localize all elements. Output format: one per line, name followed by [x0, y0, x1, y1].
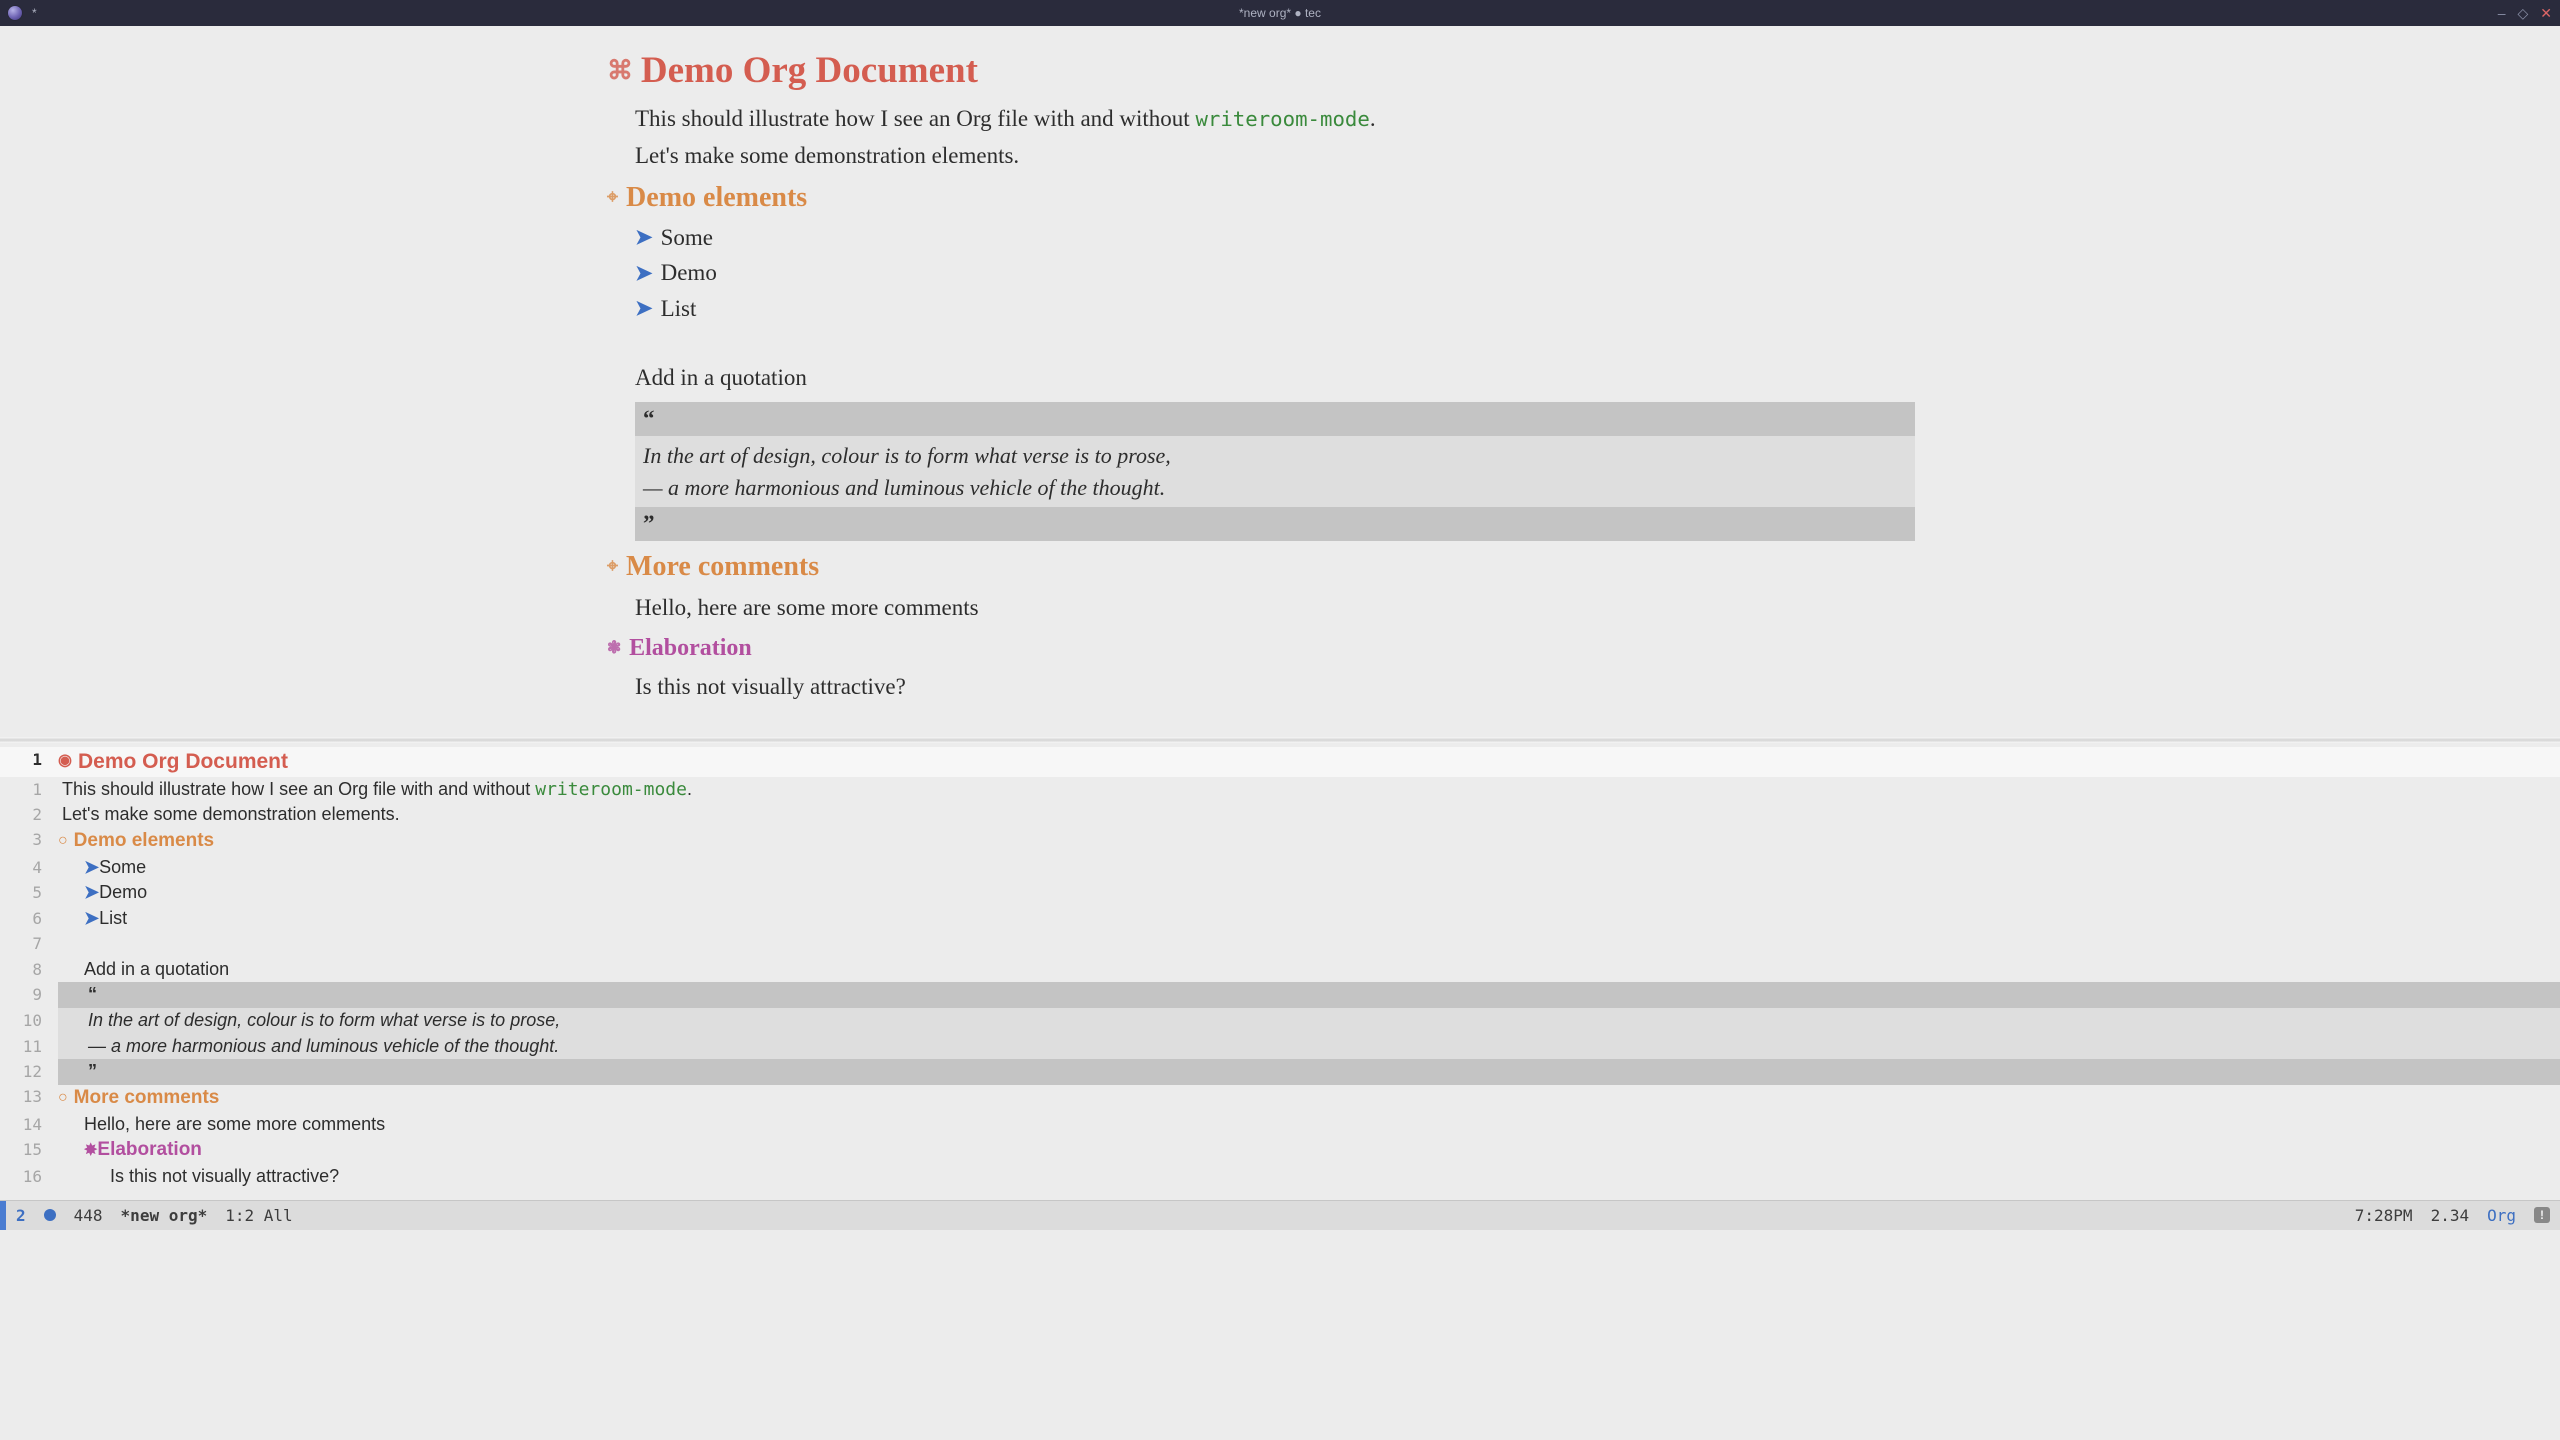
- source-line: Let's make some demonstration elements.: [58, 802, 2560, 828]
- h1-title: Demo Org Document: [641, 44, 978, 98]
- h2-title: Demo elements: [626, 178, 807, 219]
- bullet-arrow-icon: ➤: [84, 882, 99, 902]
- line-number: 5: [0, 883, 58, 902]
- h3-title: Elaboration: [629, 631, 752, 666]
- h1-bullet-icon: ◉: [58, 750, 72, 773]
- h2-icon: ⌖: [607, 553, 618, 581]
- more-comments-text: Hello, here are some more comments: [635, 591, 1915, 624]
- line-number: 6: [0, 909, 58, 928]
- window-titlebar: * *new org* ● tec – ◇ ✕: [0, 0, 2560, 26]
- close-icon[interactable]: ✕: [2540, 6, 2552, 20]
- intro-paragraph-2: Let's make some demonstration elements.: [635, 139, 1915, 172]
- line-number: 12: [0, 1062, 58, 1081]
- position-indicator: 1:2 All: [225, 1206, 292, 1225]
- bullet-arrow-icon: ➤: [635, 258, 653, 288]
- line-number: 9: [0, 985, 58, 1004]
- h1-icon: ⌘: [607, 52, 633, 90]
- intro-paragraph: This should illustrate how I see an Org …: [635, 102, 1915, 135]
- window-title: *new org* ● tec: [1239, 7, 1321, 19]
- line-number: 14: [0, 1115, 58, 1134]
- quote-block: “ In the art of design, colour is to for…: [635, 402, 1915, 540]
- bullet-arrow-icon: ➤: [84, 908, 99, 928]
- quote-line: In the art of design, colour is to form …: [643, 440, 1907, 472]
- list-item: Demo: [99, 882, 147, 902]
- source-line: Hello, here are some more comments: [58, 1112, 385, 1138]
- modified-dot-icon: [44, 1209, 56, 1221]
- line-number: 1: [0, 750, 58, 769]
- quote-line: In the art of design, colour is to form …: [62, 1008, 560, 1034]
- maximize-icon[interactable]: ◇: [2517, 6, 2528, 20]
- load-average: 2.34: [2431, 1206, 2470, 1225]
- h2-bullet-icon: ○: [58, 1087, 68, 1110]
- line-number: 15: [0, 1140, 58, 1159]
- line-number: 4: [0, 858, 58, 877]
- source-line: Add in a quotation: [58, 957, 229, 983]
- modeline[interactable]: 2 448 *new org* 1:2 All 7:28PM 2.34 Org …: [0, 1200, 2560, 1230]
- list-item: Some: [99, 857, 146, 877]
- source-line: Is this not visually attractive?: [58, 1164, 339, 1190]
- window-number[interactable]: 2: [16, 1206, 26, 1225]
- source-pane[interactable]: 1 ◉ Demo Org Document 1 This should illus…: [0, 743, 2560, 1200]
- list-item: Some: [661, 221, 713, 254]
- h2-title: More comments: [74, 1085, 220, 1112]
- add-quotation-label: Add in a quotation: [635, 361, 1915, 394]
- quote-line: — a more harmonious and luminous vehicle…: [643, 472, 1907, 504]
- bullet-arrow-icon: ➤: [635, 222, 653, 252]
- elaboration-text: Is this not visually attractive?: [635, 670, 1915, 703]
- list-item: List: [99, 908, 127, 928]
- modified-star: *: [32, 7, 37, 19]
- quote-line: — a more harmonious and luminous vehicle…: [62, 1034, 559, 1060]
- clock: 7:28PM: [2355, 1206, 2413, 1225]
- line-number: 8: [0, 960, 58, 979]
- quote-close-mark: ”: [62, 1059, 97, 1085]
- code-literal: writeroom-mode: [1195, 107, 1369, 131]
- line-number: 2: [0, 805, 58, 824]
- char-count: 448: [74, 1206, 103, 1225]
- quote-open-mark: “: [635, 402, 1915, 435]
- line-number: 13: [0, 1087, 58, 1106]
- minimize-icon[interactable]: –: [2498, 6, 2506, 20]
- list-item: Demo: [661, 256, 717, 289]
- h2-title: Demo elements: [74, 828, 214, 855]
- major-mode[interactable]: Org: [2487, 1206, 2516, 1225]
- bullet-arrow-icon: ➤: [84, 857, 99, 877]
- source-line: [58, 931, 2560, 957]
- list-item: List: [661, 292, 697, 325]
- writeroom-pane[interactable]: ⌘ Demo Org Document This should illustra…: [0, 26, 2560, 737]
- h3-icon: ❃: [607, 636, 621, 660]
- h2-bullet-icon: ○: [58, 830, 68, 853]
- bullet-arrow-icon: ➤: [635, 293, 653, 323]
- checker-warning-icon[interactable]: !: [2534, 1207, 2550, 1223]
- modeline-accent: [0, 1201, 6, 1230]
- h3-title: Elaboration: [97, 1139, 202, 1160]
- line-number: 1: [0, 780, 58, 799]
- quote-open-mark: “: [62, 982, 97, 1008]
- emacs-icon: [8, 6, 22, 20]
- buffer-name[interactable]: *new org*: [121, 1206, 208, 1225]
- source-line: This should illustrate how I see an Org …: [58, 777, 2560, 803]
- line-number: 11: [0, 1037, 58, 1056]
- h2-title: More comments: [626, 547, 819, 588]
- line-number: 16: [0, 1167, 58, 1186]
- h1-title: Demo Org Document: [78, 747, 288, 777]
- h3-bullet-icon: ✸: [84, 1142, 97, 1159]
- line-number: 7: [0, 934, 58, 953]
- line-number: 10: [0, 1011, 58, 1030]
- line-number: 3: [0, 830, 58, 849]
- quote-close-mark: ”: [635, 507, 1915, 540]
- h2-icon: ⌖: [607, 184, 618, 212]
